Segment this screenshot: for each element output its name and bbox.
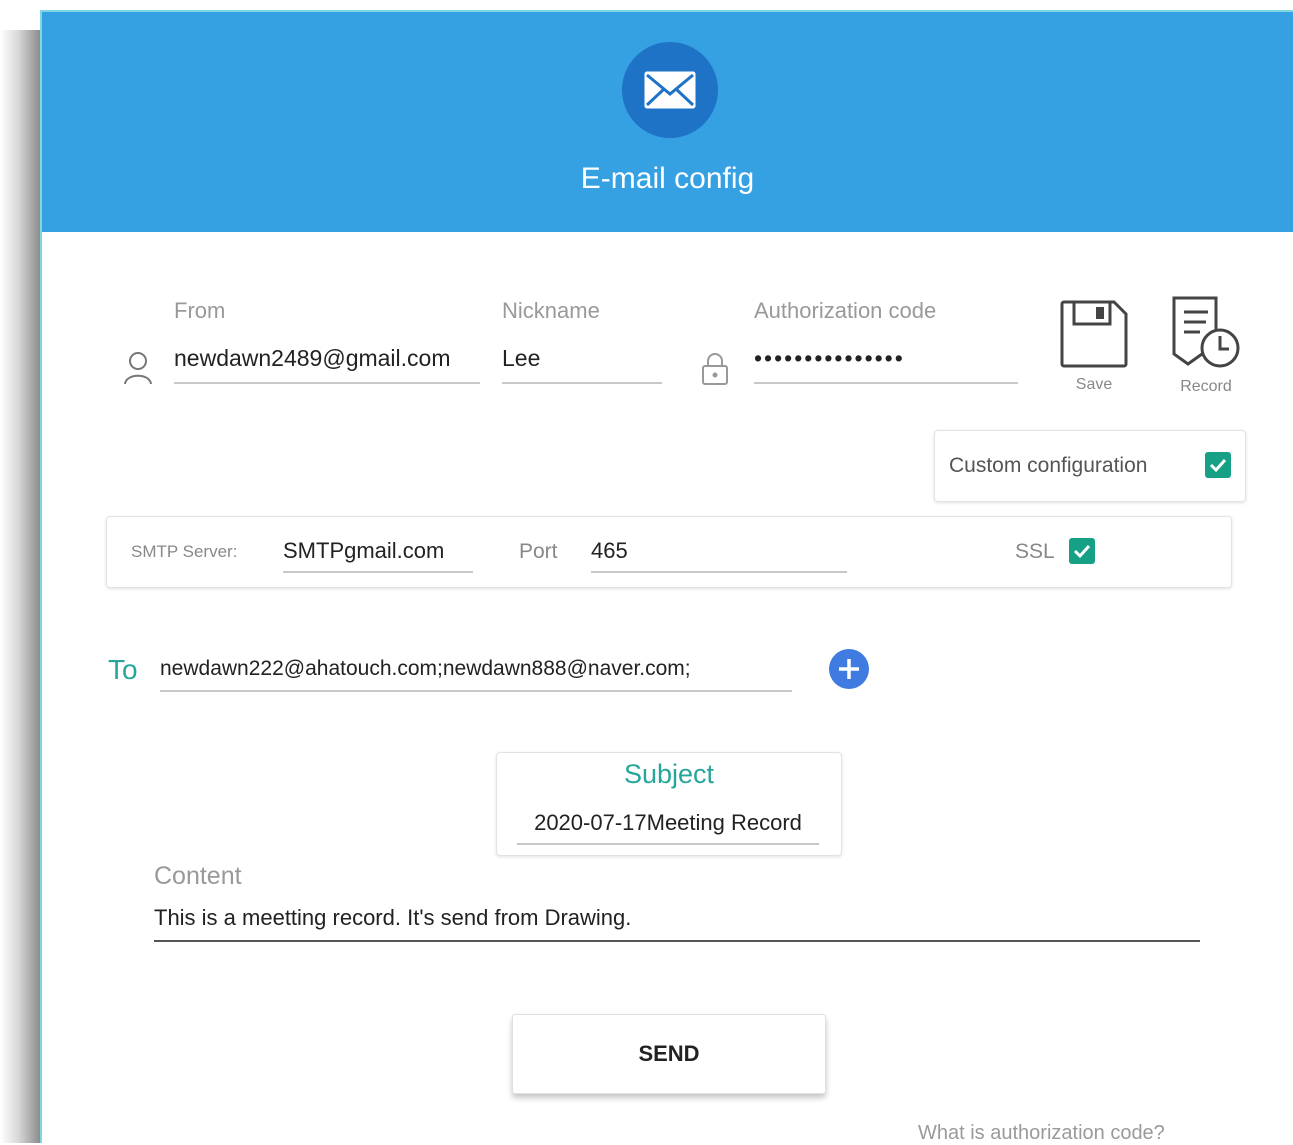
custom-config-label: Custom configuration — [949, 454, 1148, 477]
dialog-header: E-mail config — [42, 12, 1293, 232]
save-button[interactable]: Save — [1056, 298, 1132, 394]
content-input[interactable]: This is a meetting record. It's send fro… — [154, 900, 1200, 942]
checkmark-icon — [1073, 544, 1091, 559]
auth-code-help-link[interactable]: What is authorization code? — [918, 1122, 1165, 1145]
subject-box: Subject 2020-07-17Meeting Record — [496, 752, 842, 856]
subject-input[interactable]: 2020-07-17Meeting Record — [517, 807, 819, 845]
record-label: Record — [1180, 378, 1232, 395]
content-label: Content — [154, 862, 242, 890]
record-history-icon — [1172, 296, 1240, 368]
ssl-checkbox[interactable] — [1069, 538, 1095, 564]
from-input[interactable]: newdawn2489@gmail.com — [174, 338, 480, 384]
auth-code-label: Authorization code — [754, 298, 937, 323]
plus-circle-icon — [829, 649, 869, 689]
subject-label: Subject — [623, 759, 715, 789]
record-button[interactable]: Record — [1164, 294, 1248, 396]
ssl-label: SSL — [1015, 540, 1055, 563]
user-icon — [122, 350, 154, 391]
nickname-input[interactable]: Lee — [502, 338, 662, 384]
to-input[interactable]: newdawn222@ahatouch.com;newdawn888@naver… — [160, 652, 792, 692]
custom-config-checkbox[interactable] — [1205, 452, 1231, 478]
dialog-title: E-mail config — [580, 162, 755, 195]
to-label: To — [108, 654, 138, 685]
mail-icon — [622, 42, 718, 138]
checkmark-icon — [1209, 458, 1227, 473]
port-input[interactable]: 465 — [591, 535, 847, 573]
window-shadow — [0, 30, 40, 1143]
smtp-server-input[interactable]: SMTPgmail.com — [283, 535, 473, 573]
email-config-dialog: E-mail config From newdawn2489@gmail.com… — [40, 10, 1293, 1145]
from-label: From — [174, 298, 226, 323]
lock-icon — [700, 352, 730, 391]
port-label: Port — [519, 540, 558, 563]
custom-config-box: Custom configuration — [934, 430, 1246, 502]
smtp-settings-box: SMTP Server: SMTPgmail.com Port 465 SSL — [106, 516, 1232, 588]
auth-code-input[interactable]: ••••••••••••••• — [754, 338, 1018, 384]
add-recipient-button[interactable] — [828, 648, 870, 695]
send-button[interactable]: SEND — [512, 1014, 826, 1094]
smtp-server-label: SMTP Server: — [131, 542, 238, 561]
save-label: Save — [1075, 376, 1113, 393]
nickname-label: Nickname — [502, 298, 600, 323]
floppy-disk-icon — [1060, 300, 1128, 368]
